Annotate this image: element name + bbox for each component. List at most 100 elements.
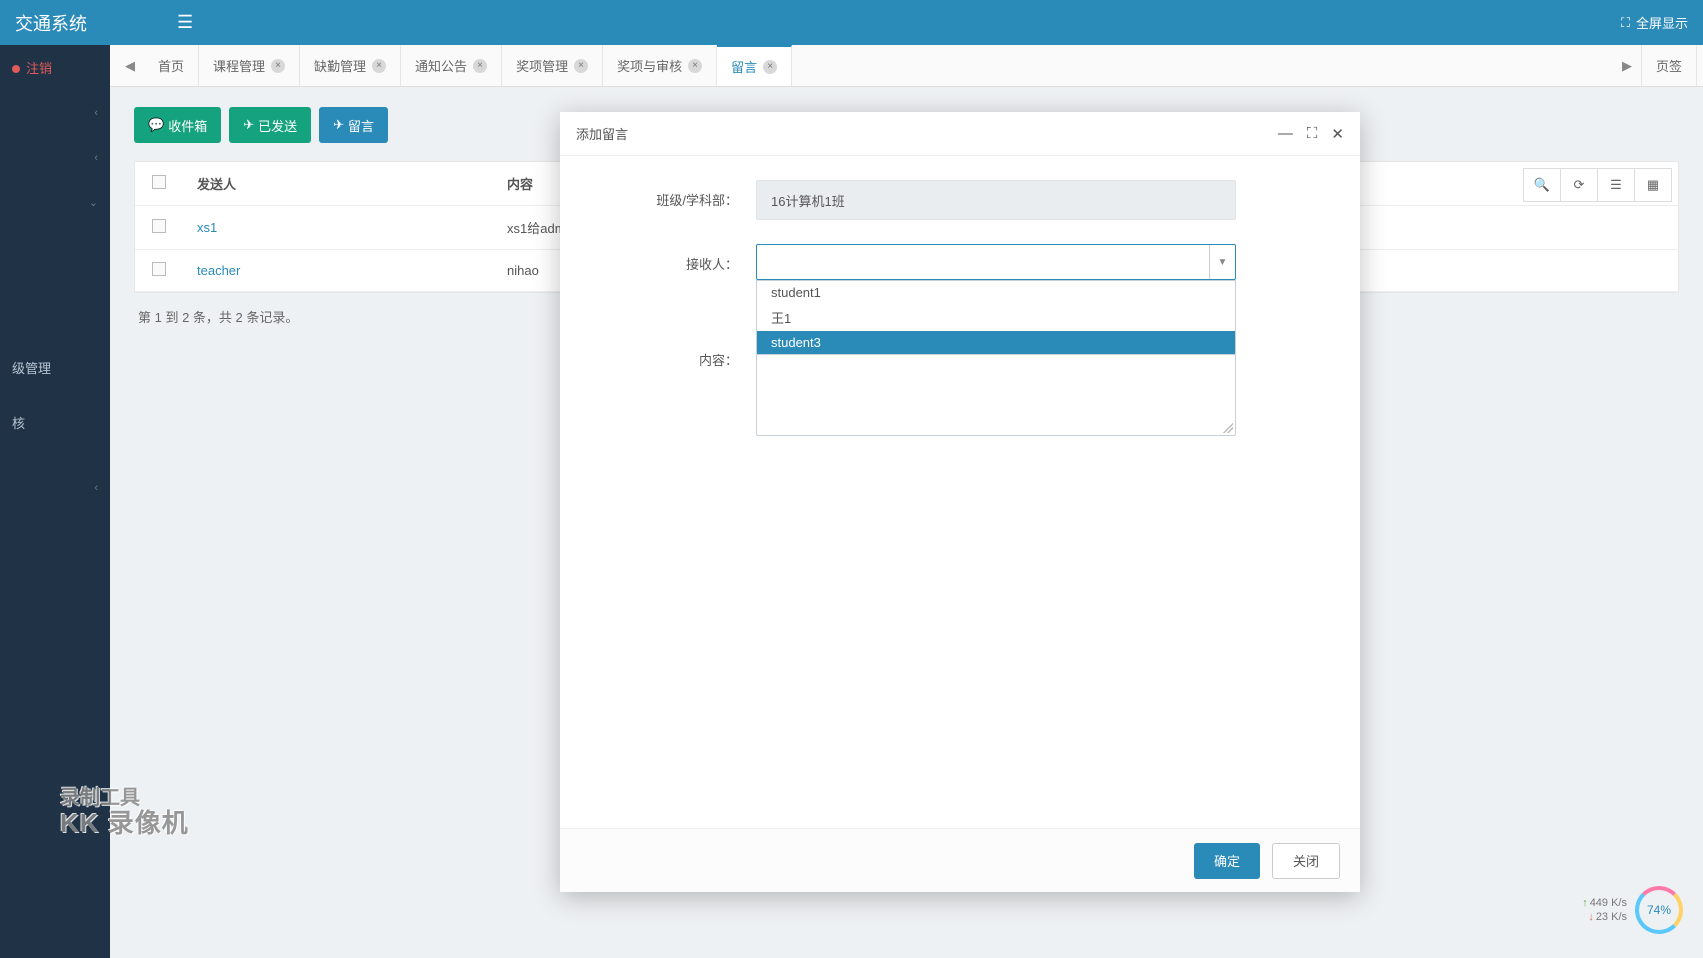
class-field: 16计算机1班	[756, 180, 1236, 220]
tab-scroll-right[interactable]: ▶	[1613, 45, 1641, 86]
row-checkbox[interactable]	[152, 219, 166, 233]
net-up: 449 K/s	[1582, 896, 1627, 910]
tab-label: 奖项管理	[516, 56, 568, 75]
sidebar-deep-1[interactable]: 级管理	[0, 345, 110, 390]
tab-scroll-left[interactable]: ◀	[116, 45, 144, 86]
tab-overflow-label: 页签	[1656, 56, 1682, 75]
tab-home-label: 首页	[158, 56, 184, 75]
col-sender[interactable]: 发送人	[183, 162, 493, 206]
receiver-select[interactable]: ▼	[756, 244, 1236, 280]
chevron-left-icon: ‹	[94, 482, 98, 494]
tab-close-icon[interactable]: ×	[473, 59, 487, 73]
tab-absence-mgmt[interactable]: 缺勤管理 ×	[300, 45, 401, 86]
recorder-watermark: 录制工具 KK 录像机	[60, 787, 189, 838]
table-toolbar: 🔍 ⟳ ☰ ▦	[1524, 168, 1672, 202]
modal-maximize-icon[interactable]: ⛶	[1307, 125, 1318, 143]
inbox-button[interactable]: 💬 收件箱	[134, 107, 221, 143]
tab-award-review[interactable]: 奖项与审核 ×	[603, 45, 717, 86]
compose-button[interactable]: ✈ 留言	[319, 107, 388, 143]
sender-link[interactable]: xs1	[197, 220, 217, 235]
send-icon: ✈	[243, 117, 254, 133]
table-columns-icon[interactable]: ☰	[1597, 168, 1635, 202]
class-label: 班级/学科部：	[586, 180, 756, 209]
tab-message[interactable]: 留言 ×	[717, 45, 792, 86]
tab-label: 奖项与审核	[617, 56, 682, 75]
watermark-line2: KK 录像机	[60, 809, 189, 838]
modal-minimize-icon[interactable]: —	[1278, 125, 1293, 143]
sidebar-item-3[interactable]: ⌄	[0, 180, 110, 225]
app-brand: 交通系统	[15, 10, 87, 36]
receiver-dropdown: student1 王1 student3	[756, 280, 1236, 355]
sender-link[interactable]: teacher	[197, 263, 240, 278]
form-row-class: 班级/学科部： 16计算机1班	[586, 180, 1334, 220]
compose-label: 留言	[348, 116, 374, 135]
form-row-receiver: 接收人： ▼ student1 王1 student3	[586, 244, 1334, 280]
sidebar-deep-1-label: 级管理	[12, 358, 51, 377]
fullscreen-toggle[interactable]: ⛶ 全屏显示	[1621, 13, 1688, 32]
topbar-left: 交通系统 ☰	[15, 10, 193, 36]
modal-footer: 确定 关闭	[560, 828, 1360, 892]
sidebar-item-2[interactable]: ‹	[0, 135, 110, 180]
table-search-icon[interactable]: 🔍	[1523, 168, 1561, 202]
dropdown-arrow-icon: ▼	[1209, 245, 1235, 279]
tab-label: 课程管理	[213, 56, 265, 75]
footer-copyright: 19 ma	[1640, 934, 1673, 948]
modal-header: 添加留言 — ⛶ ✕	[560, 112, 1360, 156]
tab-close-icon[interactable]: ×	[763, 60, 777, 74]
table-refresh-icon[interactable]: ⟳	[1560, 168, 1598, 202]
chevron-left-icon: ‹	[94, 107, 98, 119]
sent-label: 已发送	[258, 116, 297, 135]
sidebar-logout[interactable]: 注销	[0, 45, 110, 90]
cpu-gauge[interactable]: 74%	[1635, 886, 1683, 934]
content-label: 内容：	[586, 340, 756, 369]
tab-strip: ◀ 首页 课程管理 × 缺勤管理 × 通知公告 × 奖项管理 × 奖项与审核	[110, 45, 1703, 87]
logout-label: 注销	[26, 61, 52, 76]
resize-handle-icon[interactable]	[1223, 423, 1233, 433]
hamburger-icon[interactable]: ☰	[177, 12, 193, 33]
chevron-down-icon: ⌄	[89, 196, 98, 209]
modal-close-icon[interactable]: ✕	[1331, 125, 1344, 143]
tab-award-mgmt[interactable]: 奖项管理 ×	[502, 45, 603, 86]
fullscreen-icon: ⛶	[1621, 15, 1630, 31]
watermark-line1: 录制工具	[60, 787, 189, 809]
sidebar-deep-2-label: 核	[12, 413, 25, 432]
net-speed: 449 K/s 23 K/s	[1582, 896, 1627, 925]
logout-dot-icon	[12, 65, 20, 73]
sidebar-deep-2[interactable]: 核	[0, 400, 110, 445]
dropdown-option[interactable]: 王1	[757, 304, 1235, 331]
tab-home[interactable]: 首页	[144, 45, 199, 86]
add-message-modal: 添加留言 — ⛶ ✕ 班级/学科部： 16计算机1班 接收人： ▼ studen…	[560, 112, 1360, 892]
row-checkbox[interactable]	[152, 262, 166, 276]
send-icon: ✈	[333, 117, 344, 133]
inbox-label: 收件箱	[168, 116, 207, 135]
network-widget: 449 K/s 23 K/s 74%	[1582, 886, 1683, 934]
dropdown-option[interactable]: student1	[757, 281, 1235, 304]
modal-body: 班级/学科部： 16计算机1班 接收人： ▼ student1 王1 stude…	[560, 156, 1360, 828]
modal-header-icons: — ⛶ ✕	[1278, 125, 1344, 143]
gauge-value: 74%	[1647, 903, 1671, 917]
dropdown-option[interactable]: student3	[757, 331, 1235, 354]
sidebar-item-collapse[interactable]: ‹	[0, 465, 110, 510]
modal-ok-button[interactable]: 确定	[1194, 843, 1260, 879]
tab-close-icon[interactable]: ×	[688, 59, 702, 73]
receiver-label: 接收人：	[586, 244, 756, 273]
modal-cancel-button[interactable]: 关闭	[1272, 843, 1340, 879]
fullscreen-label: 全屏显示	[1636, 13, 1688, 32]
tab-course-mgmt[interactable]: 课程管理 ×	[199, 45, 300, 86]
chat-icon: 💬	[148, 117, 164, 133]
table-grid-icon[interactable]: ▦	[1634, 168, 1672, 202]
sidebar-item-1[interactable]: ‹	[0, 90, 110, 135]
select-all-checkbox[interactable]	[152, 175, 166, 189]
tab-close-icon[interactable]: ×	[574, 59, 588, 73]
chevron-left-icon: ‹	[94, 152, 98, 164]
tab-label: 留言	[731, 57, 757, 76]
tab-notice[interactable]: 通知公告 ×	[401, 45, 502, 86]
tab-overflow-menu[interactable]: 页签	[1641, 45, 1697, 86]
tab-close-icon[interactable]: ×	[372, 59, 386, 73]
sent-button[interactable]: ✈ 已发送	[229, 107, 311, 143]
tab-close-icon[interactable]: ×	[271, 59, 285, 73]
tabs-container: 首页 课程管理 × 缺勤管理 × 通知公告 × 奖项管理 × 奖项与审核 ×	[144, 45, 1613, 86]
net-down: 23 K/s	[1582, 910, 1627, 924]
modal-title: 添加留言	[576, 124, 628, 143]
tab-label: 缺勤管理	[314, 56, 366, 75]
